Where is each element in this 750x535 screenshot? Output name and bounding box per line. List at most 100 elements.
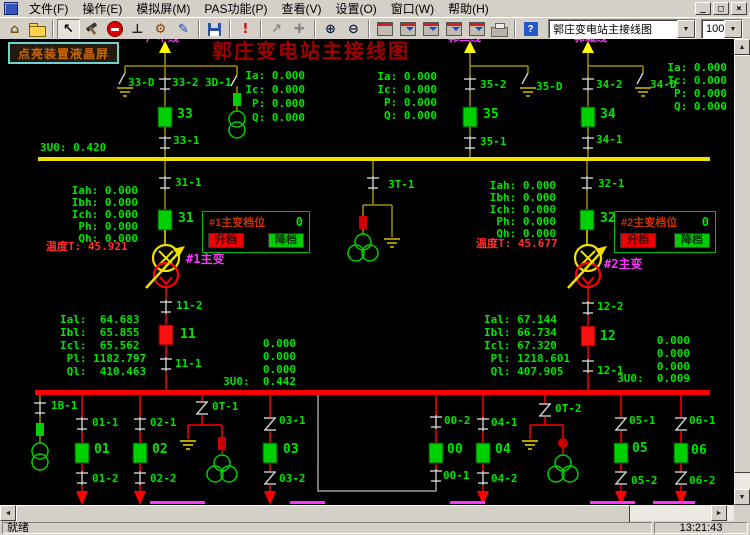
db-icon-3[interactable] (419, 19, 442, 40)
scroll-right-icon[interactable]: ► (711, 505, 727, 521)
breaker-04[interactable] (476, 443, 490, 463)
menu-item-6[interactable]: 窗口(W) (384, 0, 441, 18)
disconnector-0t-2[interactable] (539, 404, 551, 416)
breaker-32[interactable] (580, 210, 594, 230)
save-icon[interactable] (203, 19, 226, 40)
disconnector-31-1[interactable] (159, 176, 171, 190)
disconnector-01-2[interactable] (76, 471, 88, 485)
menu-item-5[interactable]: 设置(O) (328, 0, 383, 18)
db-icon-2[interactable] (396, 19, 419, 40)
clipped-feeder-label (150, 501, 205, 504)
db-icon-5[interactable] (465, 19, 488, 40)
disconnector-05-1[interactable] (615, 418, 627, 430)
db-icon-4[interactable] (442, 19, 465, 40)
stop-icon[interactable] (103, 19, 126, 40)
tap-down-button-2[interactable]: 降档 (674, 233, 710, 248)
breaker-34[interactable] (581, 107, 595, 127)
tap-up-button-1[interactable]: 升档 (208, 233, 244, 248)
menu-item-0[interactable]: 文件(F) (22, 0, 75, 18)
earth-switch[interactable] (119, 73, 125, 84)
tap-down-button-1[interactable]: 降档 (268, 233, 304, 248)
vertical-scroll-thumb[interactable] (734, 55, 750, 473)
disconnector-03-1[interactable] (264, 418, 276, 430)
minimize-button[interactable]: _ (695, 2, 711, 15)
home-icon[interactable]: ⌂ (3, 19, 26, 40)
disconnector-05-2[interactable] (615, 472, 627, 484)
open-folder-icon[interactable] (26, 19, 49, 40)
menu-item-4[interactable]: 查看(V) (274, 0, 328, 18)
disconnector-11-2[interactable] (160, 300, 172, 314)
menu-item-1[interactable]: 操作(E) (75, 0, 129, 18)
breaker-06[interactable] (674, 443, 688, 463)
chevron-down-icon[interactable]: ▼ (677, 20, 695, 38)
disconnector-04-1[interactable] (477, 417, 489, 431)
breaker-03[interactable] (263, 443, 277, 463)
zoom-selector[interactable]: 100% ▼ (701, 19, 743, 39)
ground-tool-icon[interactable]: ⊥ (126, 19, 149, 40)
disconnector-12-1[interactable] (582, 359, 594, 373)
scroll-left-icon[interactable]: ◄ (0, 505, 16, 521)
disconnector-02-2[interactable] (134, 471, 146, 485)
transformer-1[interactable] (146, 245, 185, 288)
transformer-2[interactable] (568, 245, 607, 288)
disconnector-06-2[interactable] (675, 472, 687, 484)
chevron-down-icon[interactable]: ▼ (724, 20, 742, 38)
clipped-feeder-label (450, 501, 485, 504)
meas-34-q: Q: 0.000 (674, 101, 727, 112)
lcd-button[interactable]: 点亮装置液晶屏 (8, 42, 119, 64)
alarm-icon[interactable]: ! (234, 19, 257, 40)
restore-button[interactable]: □ (713, 2, 729, 15)
disconnector-32-1[interactable] (581, 176, 593, 190)
disconnector-12-2[interactable] (582, 301, 594, 315)
db-icon-1[interactable] (373, 19, 396, 40)
disconnector-11-1[interactable] (160, 357, 172, 371)
disconnector-06-1[interactable] (675, 418, 687, 430)
gray-arrow-icon[interactable]: ↗ (265, 19, 288, 40)
close-button[interactable]: × (731, 2, 747, 15)
disconnector-34-2[interactable] (582, 77, 594, 91)
hammer-tool-icon[interactable] (80, 19, 103, 40)
cursor-icon[interactable]: ↖ (57, 19, 80, 40)
help-icon[interactable]: ? (519, 19, 542, 40)
tap-up-button-2[interactable]: 升档 (620, 233, 656, 248)
disconnector-02-1[interactable] (134, 417, 146, 431)
horizontal-scrollbar[interactable]: ◄ ► (0, 505, 734, 521)
breaker-05[interactable] (614, 443, 628, 463)
disconnector-00-1[interactable] (430, 469, 442, 483)
menu-item-7[interactable]: 帮助(H) (441, 0, 496, 18)
disconnector-35-2[interactable] (464, 77, 476, 91)
disconnector-03-2[interactable] (264, 472, 276, 484)
zoom-in-icon[interactable]: ⊕ (319, 19, 342, 40)
zoom-out-icon[interactable]: ⊖ (342, 19, 365, 40)
disconnector-0t-1[interactable] (196, 402, 208, 414)
view-selector[interactable]: 郭庄变电站主接线图 ▼ (548, 19, 696, 39)
gear-icon[interactable]: ⚙ (149, 19, 172, 40)
disconnector-33-2[interactable] (159, 77, 171, 91)
breaker-01[interactable] (75, 443, 89, 463)
disconnector-1b-1[interactable] (34, 401, 46, 415)
disconnector-35-1[interactable] (464, 136, 476, 150)
breaker-02[interactable] (133, 443, 147, 463)
vertical-scrollbar[interactable]: ▲ ▼ (734, 39, 750, 505)
scroll-down-icon[interactable]: ▼ (734, 489, 750, 505)
breaker-31[interactable] (158, 210, 172, 230)
earth-switch[interactable] (637, 73, 643, 84)
breaker-33[interactable] (158, 107, 172, 127)
disconnector-00-2[interactable] (430, 415, 442, 429)
earth-switch[interactable] (522, 73, 528, 84)
disconnector-3t-1[interactable] (367, 176, 379, 190)
menu-item-3[interactable]: PAS功能(P) (197, 0, 274, 18)
scroll-up-icon[interactable]: ▲ (734, 39, 750, 55)
disconnector-01-1[interactable] (76, 417, 88, 431)
menu-item-2[interactable]: 模拟屏(M) (129, 0, 197, 18)
edit-doc-icon[interactable]: ✎ (172, 19, 195, 40)
disconnector-33-1[interactable] (159, 136, 171, 150)
breaker-00[interactable] (429, 443, 443, 463)
breaker-11[interactable] (159, 325, 173, 345)
breaker-35[interactable] (463, 107, 477, 127)
breaker-12[interactable] (581, 326, 595, 346)
disconnector-04-2[interactable] (477, 471, 489, 485)
disconnector-34-1[interactable] (582, 136, 594, 150)
move-icon[interactable]: ✚ (288, 19, 311, 40)
printer-icon[interactable] (488, 19, 511, 40)
